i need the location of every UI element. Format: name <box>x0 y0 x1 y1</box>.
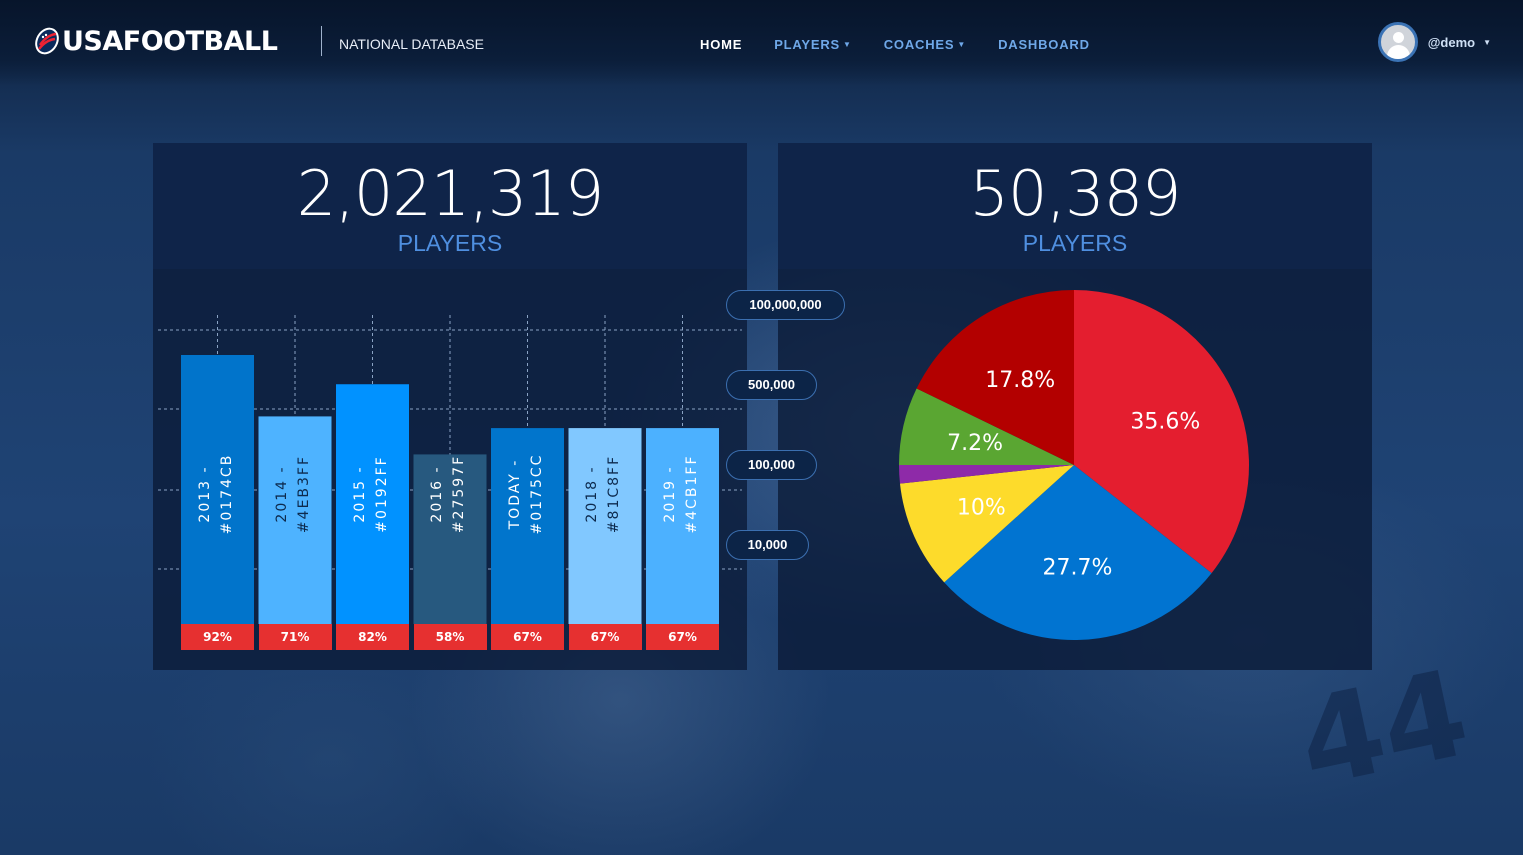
scale-label: 500,000 <box>726 370 817 400</box>
avatar[interactable] <box>1377 22 1418 62</box>
user-menu[interactable]: @demo ▼ <box>1377 22 1491 62</box>
panel-header: 50,389 PLAYERS <box>778 143 1372 269</box>
nav-home[interactable]: HOME <box>700 37 742 52</box>
scale-label: 10,000 <box>726 530 809 560</box>
nav-players[interactable]: PLAYERS ▼ <box>774 37 852 52</box>
top-navbar: USAFOOTBALL NATIONAL DATABASE HOME PLAYE… <box>0 0 1523 86</box>
bar-percent-label: 67% <box>491 624 564 650</box>
bar-percent-label: 67% <box>568 624 642 650</box>
bar-percent-label: 82% <box>336 624 409 650</box>
bar-percent-label: 67% <box>646 624 719 650</box>
bar-label: TODAY - #0175CC <box>506 453 545 535</box>
bar-percent-label: 71% <box>258 624 332 650</box>
caret-down-icon: ▼ <box>957 40 967 49</box>
site-subtitle: NATIONAL DATABASE <box>339 36 484 52</box>
scale-label: 100,000 <box>726 450 817 480</box>
bar-label: 2013 - #0174CB <box>196 453 235 535</box>
scale-label: 100,000,000 <box>726 290 845 320</box>
nav-players-label: PLAYERS <box>774 37 841 52</box>
panel-header: 2,021,319 PLAYERS <box>153 143 747 269</box>
caret-down-icon: ▼ <box>843 40 852 49</box>
caret-down-icon: ▼ <box>1483 37 1491 47</box>
main-nav: HOME PLAYERS ▼ COACHES ▼ DASHBOARD <box>700 37 1122 52</box>
bar-label: 2015 - #0192FF <box>351 455 390 533</box>
bar-label: 2014 - #4EB3FF <box>274 454 312 534</box>
player-count: 50,389 <box>969 157 1182 230</box>
nav-coaches-label: COACHES <box>883 37 955 52</box>
football-logo-icon <box>34 25 60 57</box>
nav-dashboard[interactable]: DASHBOARD <box>998 37 1090 52</box>
nav-coaches[interactable]: COACHES ▼ <box>884 37 966 52</box>
bar-label: 2019 - #4CB1FF <box>661 454 700 534</box>
username: @demo <box>1427 34 1476 50</box>
nav-home-label: HOME <box>700 37 743 52</box>
bar-label: 2016 - #27597F <box>429 454 467 534</box>
bar-percent-label: 58% <box>413 624 487 650</box>
players-pie-panel: 50,389 PLAYERS <box>778 143 1372 670</box>
logo-divider <box>321 26 322 56</box>
player-count-label: PLAYERS <box>1022 230 1128 256</box>
nav-dashboard-label: DASHBOARD <box>998 37 1090 52</box>
player-count: 2,021,319 <box>296 157 605 230</box>
bar-label: 2018 - #81C8FF <box>584 454 622 534</box>
bar-percent-label: 92% <box>181 624 254 650</box>
player-count-label: PLAYERS <box>397 230 503 256</box>
logo-text: USAFOOTBALL <box>62 25 278 57</box>
logo[interactable]: USAFOOTBALL <box>34 25 278 57</box>
